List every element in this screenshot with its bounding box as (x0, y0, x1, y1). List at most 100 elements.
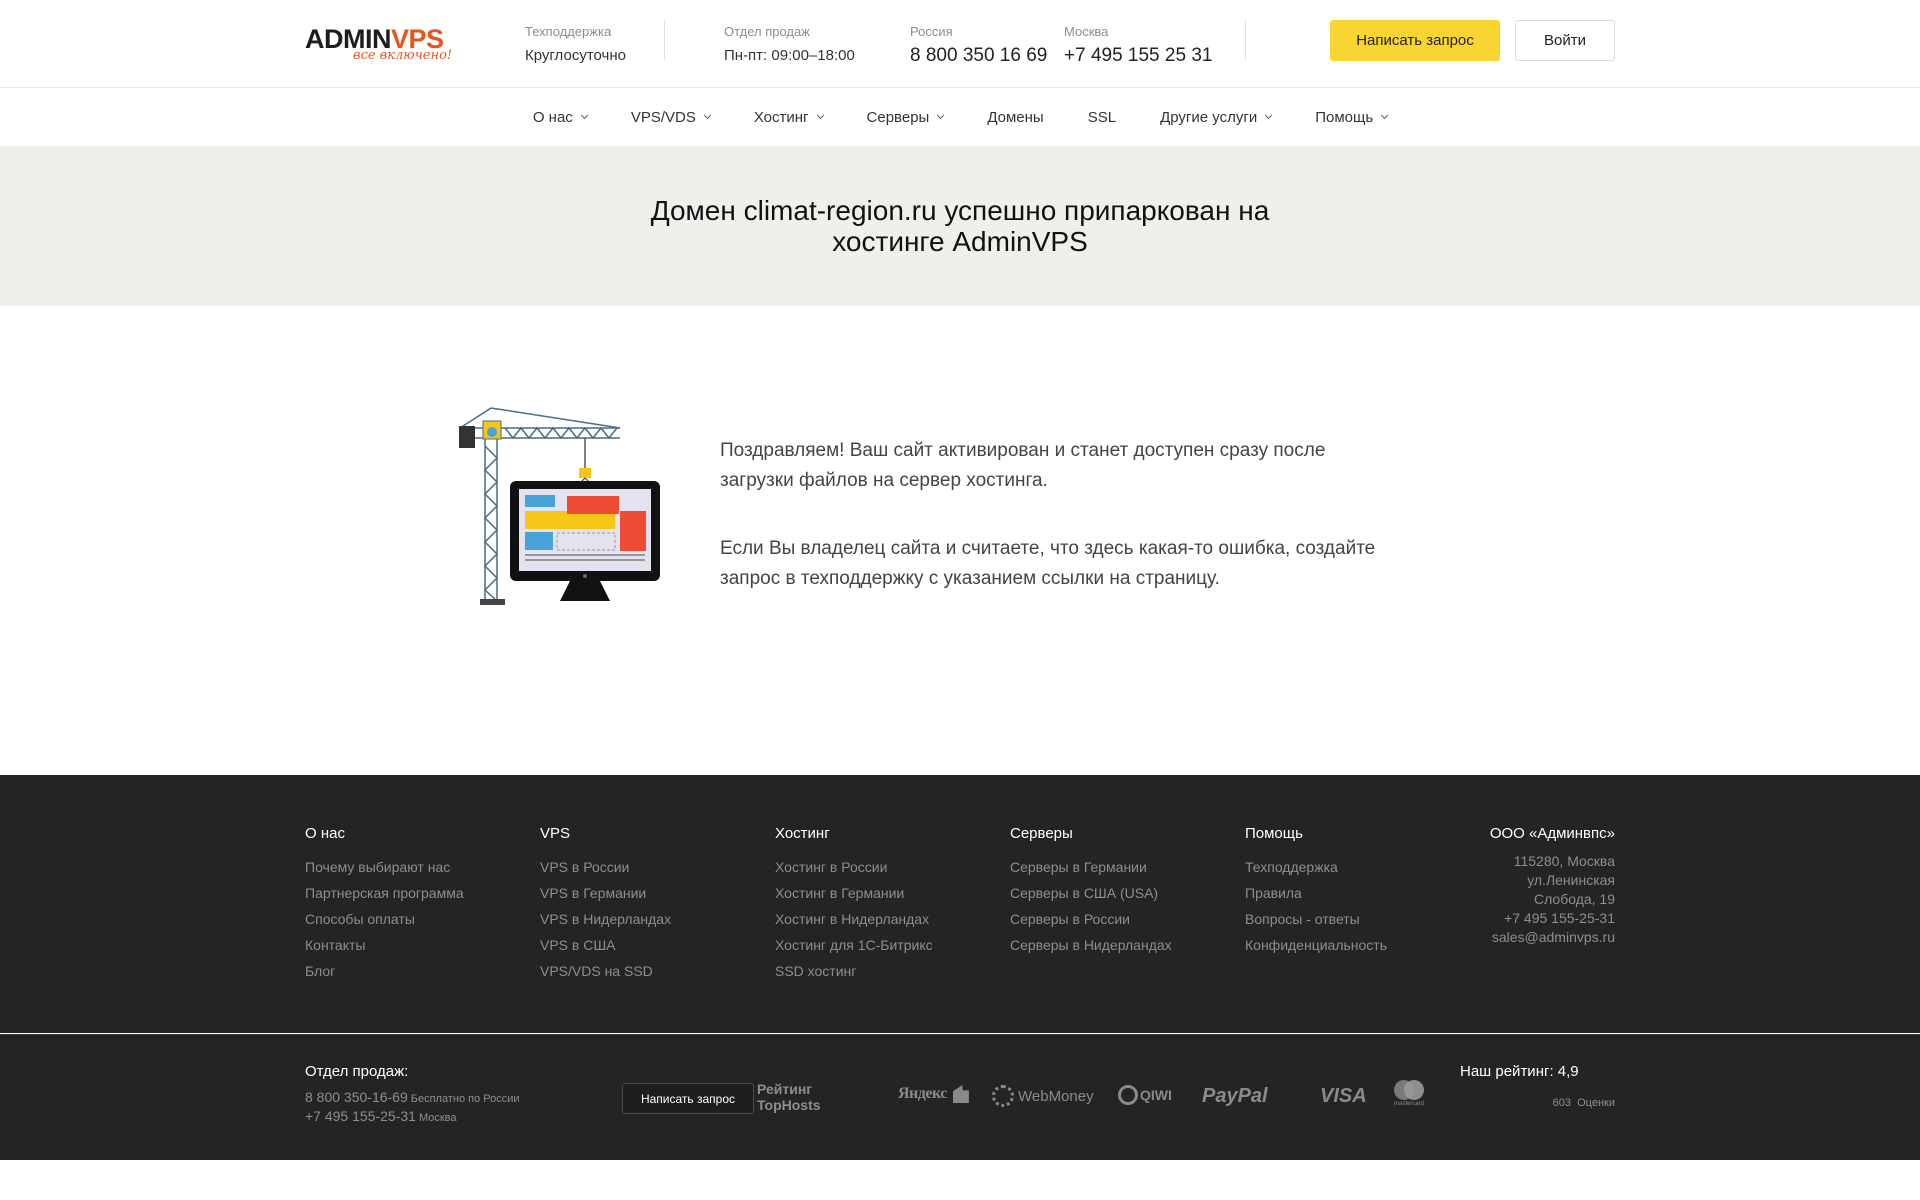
header-divider (1245, 20, 1246, 60)
footer-link[interactable]: VPS в Германии (540, 880, 671, 906)
support-info: Техподдержка Круглосуточно (525, 24, 626, 65)
footer-link[interactable]: Партнерская программа (305, 880, 464, 906)
chevron-down-icon (1265, 111, 1273, 120)
visa-icon: VISA (1320, 1085, 1367, 1108)
company-address-line: Слобода, 19 (1533, 891, 1615, 907)
nav-label: О нас (532, 108, 573, 126)
footer-link[interactable]: Серверы в США (USA) (1010, 880, 1172, 906)
qiwi-label: QIWI (1140, 1087, 1172, 1103)
parked-message: Поздравляем! Ваш сайт активирован и стан… (720, 436, 1400, 594)
footer-column-servers: Серверы Серверы в Германии Серверы в США… (1010, 825, 1172, 958)
sales-phone-1-note: Бесплатно по России (410, 1093, 520, 1105)
yandex-money-icon: Яндекс (898, 1085, 969, 1103)
nav-item-domains[interactable]: Домены (987, 109, 1043, 126)
footer-column-title: Помощь (1245, 825, 1303, 842)
footer-column-title: Хостинг (775, 825, 830, 842)
footer-link[interactable]: Хостинг в Германии (775, 880, 933, 906)
footer-link[interactable]: VPS в США (540, 932, 671, 958)
company-address-line: ул.Ленинская (1527, 872, 1615, 888)
login-button[interactable]: Войти (1515, 20, 1615, 61)
main-nav: О нас VPS/VDS Хостинг Серверы Домены SSL… (0, 88, 1920, 146)
moscow-label: Москва (1064, 24, 1109, 39)
footer-link[interactable]: Блог (305, 958, 464, 984)
company-email[interactable]: sales@adminvps.ru (1490, 928, 1615, 947)
moscow-phone[interactable]: +7 495 155 25 31 (1064, 45, 1212, 67)
company-info: ООО «Админвпс» 115280, Москва ул.Ленинск… (1490, 825, 1615, 947)
support-paragraph: Если Вы владелец сайта и считаете, что з… (720, 538, 1376, 589)
sales-phone-2: +7 495 155-25-31 (305, 1108, 416, 1124)
sales-label: Отдел продаж (724, 24, 810, 39)
russia-label: Россия (910, 24, 953, 39)
mastercard-icon: mastercard (1393, 1079, 1425, 1107)
support-value: Круглосуточно (525, 47, 626, 64)
nav-item-other-services[interactable]: Другие услуги (1160, 108, 1273, 126)
footer-link[interactable]: Контакты (305, 932, 464, 958)
webmoney-label: WebMoney (1018, 1087, 1094, 1105)
rating-count-label: Оценки (1577, 1097, 1615, 1109)
chevron-down-icon (703, 111, 711, 120)
nav-item-help[interactable]: Помощь (1315, 109, 1389, 126)
footer-link[interactable]: SSD хостинг (775, 958, 933, 984)
footer-link[interactable]: Хостинг в России (775, 854, 933, 880)
mastercard-circles (1394, 1080, 1424, 1100)
nav-label: Другие услуги (1160, 108, 1258, 126)
tophosts-line2: TopHosts (757, 1097, 821, 1113)
footer-link[interactable]: Серверы в Германии (1010, 854, 1172, 880)
company-address-line: 115280, Москва (1513, 853, 1615, 869)
footer-column-vps: VPS VPS в России VPS в Германии VPS в Ни… (540, 825, 671, 984)
footer-link[interactable]: Вопросы - ответы (1245, 906, 1387, 932)
crane-monitor-illustration (459, 407, 660, 605)
site-footer: О нас Почему выбирают нас Партнерская пр… (0, 775, 1920, 1160)
footer-link[interactable]: Конфиденциальность (1245, 932, 1387, 958)
nav-item-ssl[interactable]: SSL (1088, 109, 1116, 126)
site-header: ADMINVPS все включено! Техподдержка Круг… (0, 0, 1920, 88)
footer-link[interactable]: Техподдержка (1245, 854, 1387, 880)
paypal-icon: PayPal (1202, 1085, 1268, 1108)
moscow-phone-info: Москва +7 495 155 25 31 (1064, 24, 1212, 67)
footer-link[interactable]: Хостинг в Нидерландах (775, 906, 933, 932)
footer-link[interactable]: VPS в России (540, 854, 671, 880)
russia-phone[interactable]: 8 800 350 16 69 (910, 45, 1047, 67)
chevron-down-icon (1381, 111, 1389, 120)
sales-dept-title: Отдел продаж: (305, 1063, 409, 1080)
company-name: ООО «Админвпс» (1489, 825, 1615, 842)
sales-phone-russia[interactable]: 8 800 350-16-69 Бесплатно по России (305, 1089, 520, 1105)
visa-label: VISA (1320, 1085, 1367, 1107)
footer-column-title: О нас (305, 825, 345, 842)
footer-link[interactable]: Способы оплаты (305, 906, 464, 932)
mastercard-label: mastercard (1393, 1101, 1424, 1107)
footer-link[interactable]: VPS в Нидерландах (540, 906, 671, 932)
sales-phone-moscow[interactable]: +7 495 155-25-31 Москва (305, 1108, 457, 1124)
webmoney-icon: WebMoney (992, 1085, 1094, 1107)
header-divider (664, 20, 665, 60)
our-rating: Наш рейтинг: 4,9 (1460, 1063, 1579, 1080)
company-phone[interactable]: +7 495 155-25-31 (1490, 909, 1615, 928)
footer-column-hosting: Хостинг Хостинг в России Хостинг в Герма… (775, 825, 933, 984)
rating-count: 603 Оценки (1553, 1097, 1615, 1109)
chevron-down-icon (816, 111, 824, 120)
footer-column-about: О нас Почему выбирают нас Партнерская пр… (305, 825, 464, 984)
qiwi-icon: QIWI (1118, 1085, 1172, 1105)
footer-link[interactable]: Правила (1245, 880, 1387, 906)
rating-count-value: 603 (1552, 1097, 1571, 1109)
sales-hours: Пн-пт: 09:00–18:00 (724, 47, 855, 64)
chevron-down-icon (580, 111, 588, 120)
nav-item-vps[interactable]: VPS/VDS (630, 108, 711, 126)
write-request-button[interactable]: Написать запрос (1330, 20, 1500, 61)
footer-link[interactable]: Хостинг для 1С-Битрикс (775, 932, 933, 958)
adminvps-logo[interactable]: ADMINVPS все включено! (305, 26, 470, 68)
footer-link[interactable]: Почему выбирают нас (305, 854, 464, 880)
footer-link[interactable]: Серверы в России (1010, 906, 1172, 932)
nav-label: SSL (1087, 108, 1117, 126)
nav-item-about[interactable]: О нас (532, 108, 588, 126)
footer-link[interactable]: VPS/VDS на SSD (540, 958, 671, 984)
footer-write-request-button[interactable]: Написать запрос (622, 1083, 754, 1114)
page-title: Домен climat-region.ru успешно припарков… (650, 195, 1270, 257)
tophosts-rating-link[interactable]: Рейтинг TopHosts (757, 1081, 821, 1113)
nav-item-servers[interactable]: Серверы (867, 109, 945, 126)
nav-item-hosting[interactable]: Хостинг (754, 109, 824, 126)
tophosts-line1: Рейтинг (757, 1081, 813, 1097)
footer-link[interactable]: Серверы в Нидерландах (1010, 932, 1172, 958)
nav-label: VPS/VDS (630, 108, 696, 126)
yandex-label: Яндекс (898, 1085, 947, 1102)
